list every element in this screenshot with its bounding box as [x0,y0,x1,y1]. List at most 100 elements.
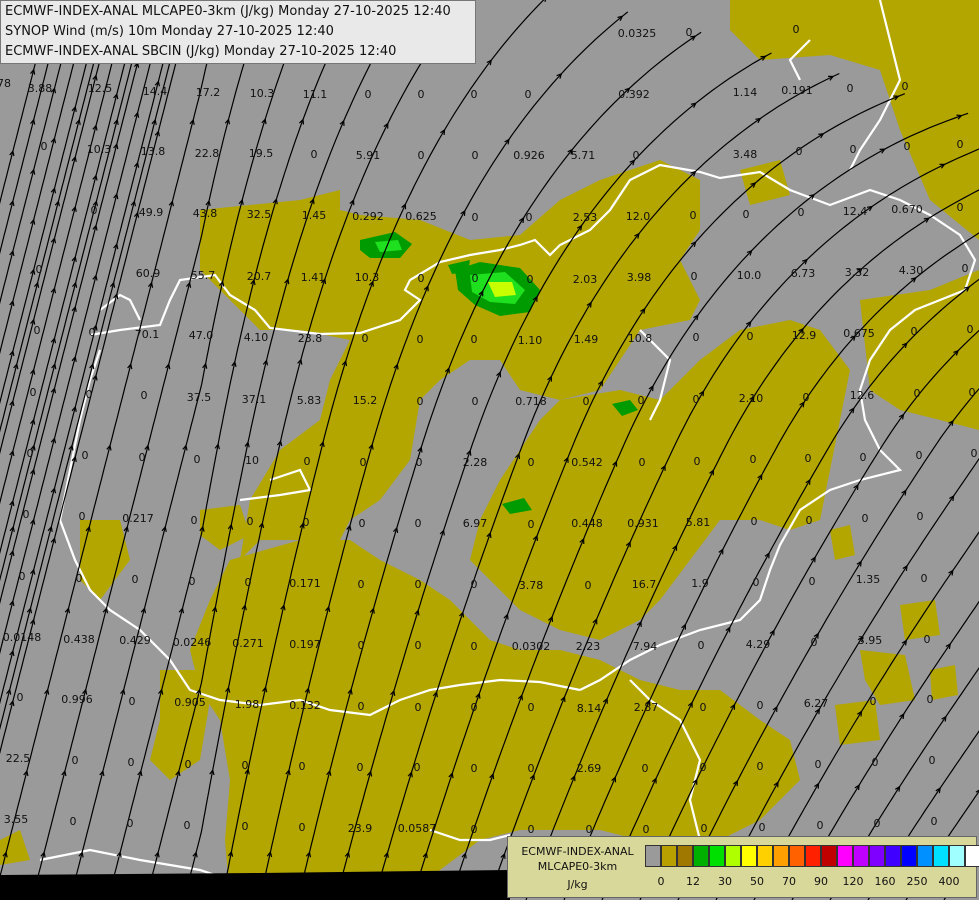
sbcin-value: 17.2 [196,86,221,99]
sbcin-value: 0 [743,208,750,221]
sbcin-value: 12.0 [626,210,651,223]
sbcin-value: 0 [299,821,306,834]
sbcin-value: 0 [642,762,649,775]
sbcin-value: 0 [79,510,86,523]
sbcin-value: 55.7 [191,269,216,282]
sbcin-value: 32.5 [247,208,272,221]
sbcin-value: 43.8 [193,207,218,220]
legend-swatch [645,845,661,867]
sbcin-value: 0 [304,455,311,468]
sbcin-value: 12.6 [850,389,875,402]
sbcin-value: 20.7 [247,270,272,283]
legend-swatch [885,845,901,867]
sbcin-value: 0 [357,761,364,774]
legend-tick: 90 [814,875,828,888]
sbcin-value: 0 [917,510,924,523]
sbcin-value: 1.10 [518,334,543,347]
sbcin-value: 0.132 [289,699,321,712]
sbcin-value: 0 [700,761,707,774]
sbcin-value: 5.83 [297,394,322,407]
sbcin-value: 6.27 [804,697,829,710]
sbcin-value: 0 [242,759,249,772]
sbcin-value: 0 [850,143,857,156]
sbcin-value: 3.88 [28,82,53,95]
sbcin-value: 0.171 [289,577,321,590]
sbcin-value: 2.87 [634,701,659,714]
sbcin-value: 0 [472,395,479,408]
sbcin-value: 0 [242,820,249,833]
sbcin-value: 0 [528,823,535,836]
sbcin-value: 37.5 [187,391,212,404]
legend-swatch [773,845,789,867]
sbcin-value: 0 [872,756,879,769]
sbcin-value: 0.392 [618,88,650,101]
sbcin-value: 0 [185,758,192,771]
sbcin-value: 0 [904,140,911,153]
sbcin-value: 12.4 [843,205,868,218]
sbcin-value: 0 [128,756,135,769]
sbcin-value: 0.438 [63,633,95,646]
sbcin-value: 0 [415,578,422,591]
sbcin-value: 0 [747,330,754,343]
legend-swatch [709,845,725,867]
sbcin-value: 1.9 [691,577,709,590]
sbcin-value: 0 [76,572,83,585]
sbcin-value: 0.625 [405,210,437,223]
sbcin-value: 0 [847,82,854,95]
sbcin-value: 0 [34,324,41,337]
sbcin-value: 0 [365,88,372,101]
sbcin-value: 49.9 [139,206,164,219]
sbcin-value: 0 [927,693,934,706]
sbcin-value: 0 [750,453,757,466]
sbcin-value: 37.1 [242,393,267,406]
sbcin-value: 0 [870,695,877,708]
sbcin-value: 0 [471,762,478,775]
sbcin-value: 0 [796,145,803,158]
sbcin-value: 10.3 [355,271,380,284]
sbcin-value: 1.45 [302,209,327,222]
sbcin-value: 2.28 [463,456,488,469]
sbcin-value: 0 [693,331,700,344]
sbcin-value: 0 [971,447,978,460]
sbcin-value: 0 [358,700,365,713]
sbcin-value: 10.3 [250,87,275,100]
legend-swatch [661,845,677,867]
sbcin-value: 0 [585,579,592,592]
sbcin-value: 0 [417,395,424,408]
sbcin-value: 0.675 [843,327,875,340]
sbcin-value: 0.670 [891,203,923,216]
sbcin-value: 1.41 [301,271,326,284]
sbcin-value: 0 [803,391,810,404]
sbcin-value: 10 [245,454,259,467]
sbcin-value: 0 [969,386,976,399]
legend-swatch [933,845,949,867]
sbcin-value: 2.69 [577,762,602,775]
sbcin-value: 0 [194,453,201,466]
sbcin-value: 11.1 [303,88,328,101]
sbcin-value: 4.10 [244,331,269,344]
sbcin-value: 0 [957,138,964,151]
sbcin-value: 78 [0,77,11,90]
sbcin-value: 0 [691,270,698,283]
sbcin-value: 0 [127,817,134,830]
sbcin-value: 0 [811,636,818,649]
legend-swatch [917,845,933,867]
sbcin-value: 0 [753,576,760,589]
sbcin-value: 12.5 [88,82,113,95]
sbcin-value: 22.8 [195,147,220,160]
sbcin-value: 0 [191,514,198,527]
sbcin-value: 0 [751,515,758,528]
sbcin-value: 0 [921,572,928,585]
bottom-strip [0,870,510,900]
sbcin-value: 7.94 [633,640,658,653]
sbcin-value: 0 [89,326,96,339]
sbcin-value: 10.0 [737,269,762,282]
sbcin-value: 0 [91,204,98,217]
legend-swatch [741,845,757,867]
sbcin-value: 0 [809,575,816,588]
sbcin-value: 0 [86,388,93,401]
sbcin-value: 6.97 [463,517,488,530]
sbcin-value: 0 [957,201,964,214]
legend-tick: 250 [906,875,928,888]
sbcin-value: 0 [527,273,534,286]
